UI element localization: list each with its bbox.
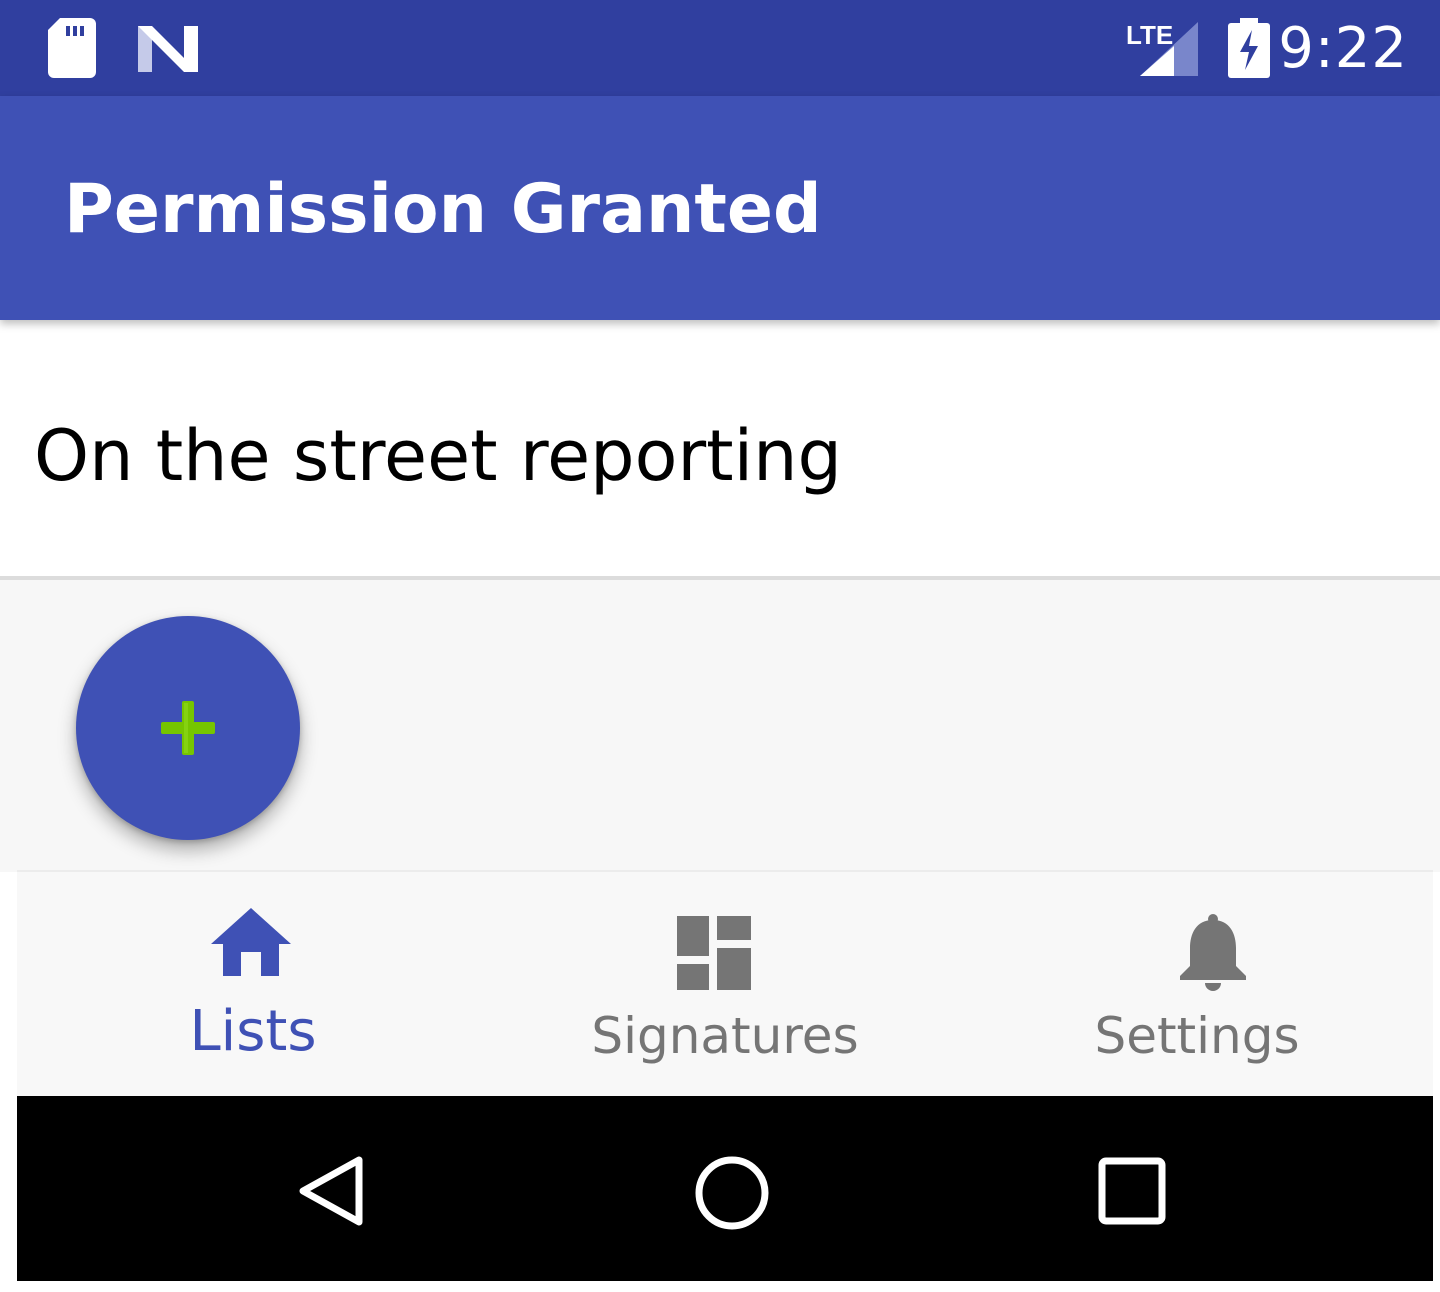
lte-signal-icon — [1140, 22, 1198, 76]
android-n-icon — [138, 26, 198, 72]
status-bar: LTE 9:22 — [0, 0, 1440, 96]
back-icon[interactable] — [297, 1154, 367, 1228]
app-bar: Permission Granted — [0, 96, 1440, 320]
home-circle-icon[interactable] — [693, 1154, 771, 1232]
nav-label-settings: Settings — [1094, 1007, 1300, 1065]
home-icon — [211, 908, 291, 976]
nav-item-signatures[interactable]: Signatures — [489, 872, 961, 1098]
list-item-label: On the street reporting — [34, 415, 842, 497]
bell-icon — [1180, 914, 1246, 991]
sd-card-icon — [48, 18, 96, 78]
battery-charging-icon — [1228, 18, 1270, 78]
list-item[interactable]: On the street reporting — [0, 320, 1440, 576]
nav-label-signatures: Signatures — [591, 1007, 859, 1065]
nav-item-settings[interactable]: Settings — [961, 872, 1433, 1098]
bottom-navigation: Lists Signatures Settings — [17, 870, 1433, 1098]
nav-item-lists[interactable]: Lists — [17, 872, 489, 1098]
nav-label-lists: Lists — [189, 999, 317, 1064]
app-title: Permission Granted — [64, 170, 822, 249]
dashboard-icon — [677, 916, 751, 990]
status-time: 9:22 — [1278, 16, 1408, 81]
recents-icon[interactable] — [1097, 1156, 1167, 1226]
plus-icon — [161, 701, 215, 755]
add-fab-button[interactable] — [76, 616, 300, 840]
system-navigation-bar — [17, 1096, 1433, 1281]
